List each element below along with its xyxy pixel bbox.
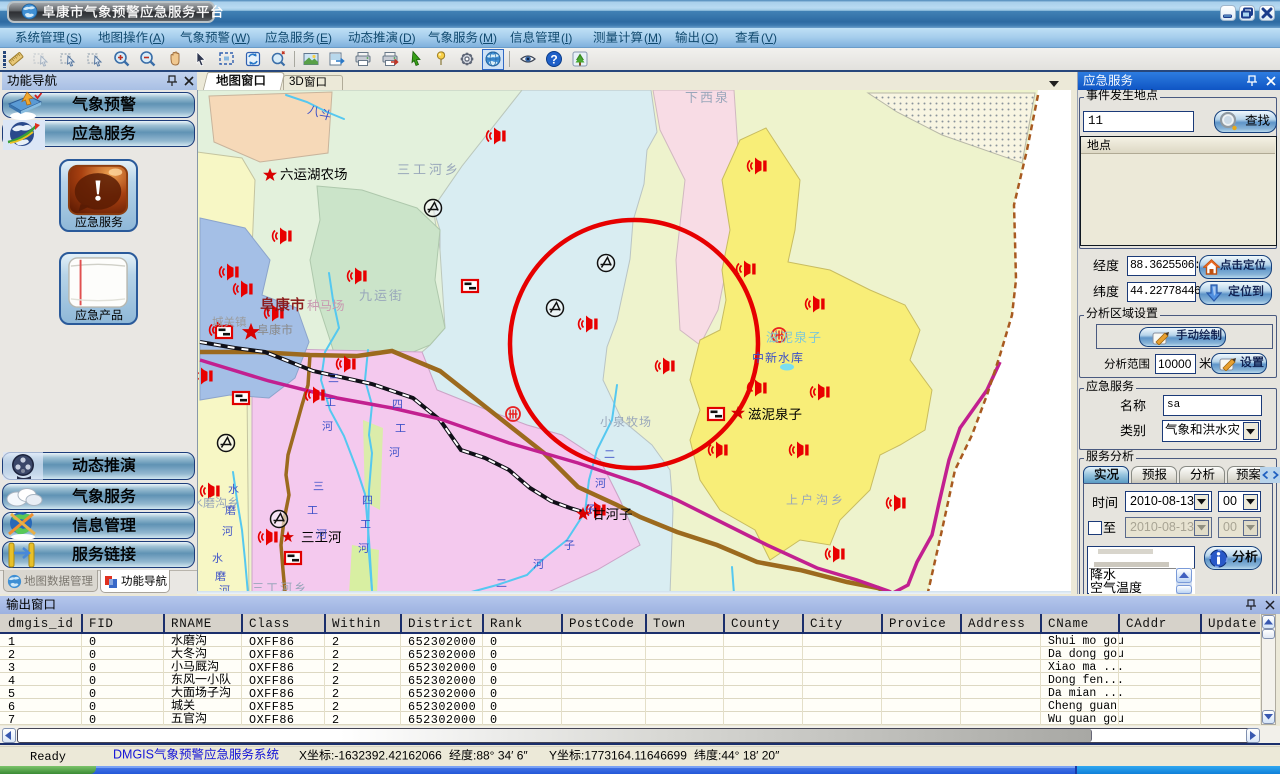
svg-text:Y: Y bbox=[549, 748, 557, 762]
svg-text:DMGIS: DMGIS bbox=[113, 748, 154, 762]
svg-text:X: X bbox=[299, 748, 307, 762]
svg-text::1773164.11646699: :1773164.11646699 bbox=[581, 748, 687, 762]
svg-text::88° 34′ 6″: :88° 34′ 6″ bbox=[473, 748, 528, 762]
svg-text:!: ! bbox=[93, 172, 104, 207]
svg-text::-1632392.42162066: :-1632392.42162066 bbox=[331, 748, 442, 762]
svg-text:?: ? bbox=[550, 53, 557, 67]
svg-text::44° 18′ 20″: :44° 18′ 20″ bbox=[718, 748, 780, 762]
